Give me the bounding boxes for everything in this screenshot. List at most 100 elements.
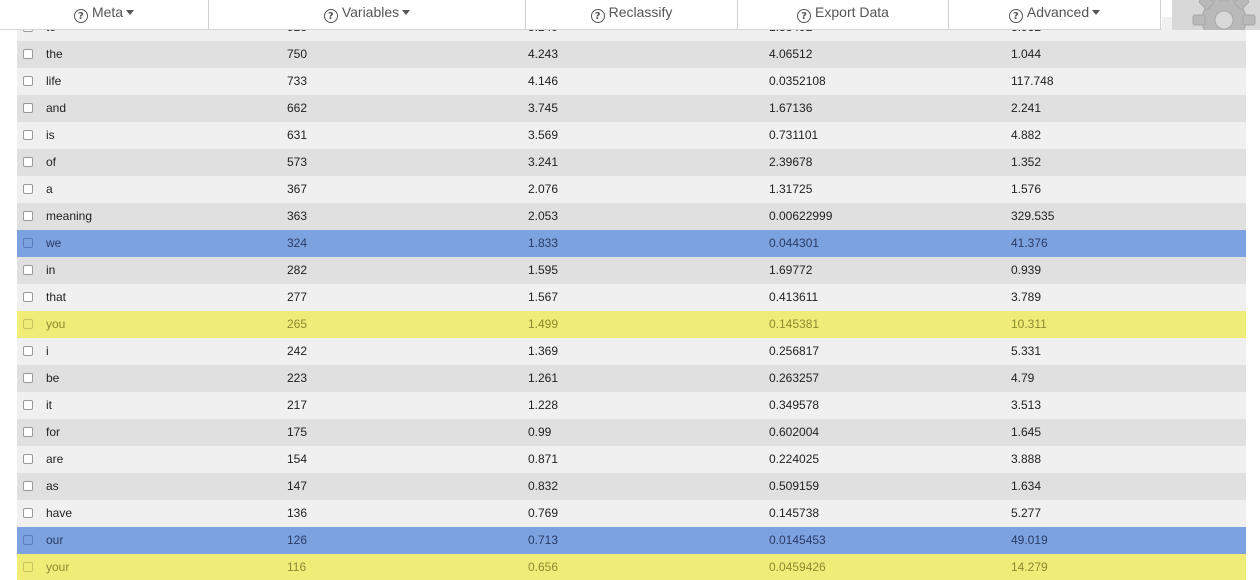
normalized-frequency-cell: 0.99 [528, 425, 552, 439]
row-checkbox[interactable] [23, 184, 33, 194]
normalized-frequency-cell: 0.656 [528, 560, 559, 574]
row-checkbox[interactable] [23, 265, 33, 275]
ratio-cell: 4.06512 [769, 47, 813, 61]
word-cell: and [46, 101, 67, 115]
table-row[interactable]: life 733 4.146 0.0352108 117.748 [17, 68, 1246, 95]
row-checkbox[interactable] [23, 481, 33, 491]
log-likelihood-cell: 10.311 [1011, 317, 1047, 331]
settings-button[interactable] [1172, 0, 1260, 30]
table-row[interactable]: and 662 3.745 1.67136 2.241 [17, 95, 1246, 122]
menu-meta[interactable]: ? Meta [0, 0, 208, 26]
row-checkbox[interactable] [23, 535, 33, 545]
table-row[interactable]: that 277 1.567 0.413611 3.789 [17, 284, 1246, 311]
normalized-frequency-cell: 1.833 [528, 236, 559, 250]
menu-export-data-label: Export Data [815, 4, 889, 20]
table-row[interactable]: for 175 0.99 0.602004 1.645 [17, 419, 1246, 446]
normalized-frequency-cell: 4.146 [528, 74, 559, 88]
log-likelihood-cell: 4.882 [1011, 128, 1042, 142]
table-row[interactable]: have 136 0.769 0.145738 5.277 [17, 500, 1246, 527]
frequency-cell: 277 [287, 290, 308, 304]
table-row[interactable]: we 324 1.833 0.044301 41.376 [17, 230, 1246, 257]
log-likelihood-cell: 1.576 [1011, 182, 1042, 196]
menu-meta-label: Meta [91, 4, 124, 20]
menu-variables[interactable]: ? Variables [209, 0, 525, 26]
word-cell: are [46, 452, 64, 466]
menu-export-data[interactable]: ? Export Data [738, 0, 948, 26]
ratio-cell: 0.263257 [769, 371, 820, 385]
row-checkbox[interactable] [23, 400, 33, 410]
log-likelihood-cell: 49.019 [1011, 533, 1048, 547]
frequency-cell: 750 [287, 47, 308, 61]
table-row[interactable]: it 217 1.228 0.349578 3.513 [17, 392, 1246, 419]
log-likelihood-cell: 41.376 [1011, 236, 1048, 250]
help-icon: ? [590, 9, 605, 23]
row-checkbox[interactable] [23, 319, 33, 329]
row-checkbox[interactable] [23, 76, 33, 86]
menu-reclassify-label: Reclassify [608, 4, 673, 20]
help-icon: ? [797, 9, 812, 23]
table-row[interactable]: in 282 1.595 1.69772 0.939 [17, 257, 1246, 284]
ratio-cell: 2.39678 [769, 155, 813, 169]
table-row[interactable]: is 631 3.569 0.731101 4.882 [17, 122, 1246, 149]
row-checkbox[interactable] [23, 508, 33, 518]
caret-down-icon [1092, 10, 1101, 15]
ratio-cell: 1.31725 [769, 182, 813, 196]
table-row[interactable]: are 154 0.871 0.224025 3.888 [17, 446, 1246, 473]
gear-icon [1192, 0, 1256, 30]
menu-variables-label: Variables [341, 4, 400, 20]
row-checkbox[interactable] [23, 49, 33, 59]
menu-advanced[interactable]: ? Advanced [949, 0, 1160, 26]
ratio-cell: 1.67136 [769, 101, 813, 115]
caret-down-icon [126, 10, 135, 15]
normalized-frequency-cell: 1.261 [528, 371, 559, 385]
frequency-cell: 136 [287, 506, 308, 520]
row-checkbox[interactable] [23, 157, 33, 167]
table-row[interactable]: meaning 363 2.053 0.00622999 329.535 [17, 203, 1246, 230]
ratio-cell: 0.145381 [769, 317, 820, 331]
log-likelihood-cell: 3.888 [1011, 452, 1042, 466]
word-table-body: to9285.2491.334923.932the7504.2434.06512… [17, 17, 1246, 580]
log-likelihood-cell: 2.241 [1011, 101, 1042, 115]
menu-advanced-label: Advanced [1026, 4, 1090, 20]
table-row[interactable]: i 242 1.369 0.256817 5.331 [17, 338, 1246, 365]
row-checkbox[interactable] [23, 346, 33, 356]
normalized-frequency-cell: 2.053 [528, 209, 559, 223]
table-row[interactable]: you 265 1.499 0.145381 10.311 [17, 311, 1246, 338]
normalized-frequency-cell: 1.567 [528, 290, 559, 304]
menu-reclassify[interactable]: ? Reclassify [526, 0, 737, 26]
frequency-cell: 116 [287, 560, 307, 574]
help-icon: ? [1008, 9, 1023, 23]
word-cell: for [46, 425, 61, 439]
row-checkbox[interactable] [23, 211, 33, 221]
frequency-cell: 662 [287, 101, 308, 115]
row-checkbox[interactable] [23, 238, 33, 248]
log-likelihood-cell: 3.789 [1011, 290, 1042, 304]
table-row[interactable]: be 223 1.261 0.263257 4.79 [17, 365, 1246, 392]
table-row[interactable]: the 750 4.243 4.06512 1.044 [17, 41, 1246, 68]
row-checkbox[interactable] [23, 562, 33, 572]
row-checkbox[interactable] [23, 103, 33, 113]
row-checkbox[interactable] [23, 454, 33, 464]
normalized-frequency-cell: 1.369 [528, 344, 559, 358]
word-cell: in [46, 263, 56, 277]
table-row[interactable]: as 147 0.832 0.509159 1.634 [17, 473, 1246, 500]
row-checkbox[interactable] [23, 130, 33, 140]
frequency-cell: 175 [287, 425, 308, 439]
log-likelihood-cell: 5.277 [1011, 506, 1042, 520]
word-cell: it [46, 398, 52, 412]
table-row[interactable]: our 126 0.713 0.0145453 49.019 [17, 527, 1246, 554]
normalized-frequency-cell: 4.243 [528, 47, 559, 61]
table-row[interactable]: a 367 2.076 1.31725 1.576 [17, 176, 1246, 203]
normalized-frequency-cell: 3.241 [528, 155, 559, 169]
table-row[interactable]: your 116 0.656 0.0459426 14.279 [17, 554, 1246, 580]
row-checkbox[interactable] [23, 373, 33, 383]
row-checkbox[interactable] [23, 292, 33, 302]
log-likelihood-cell: 3.513 [1011, 398, 1042, 412]
word-cell: our [46, 533, 64, 547]
row-checkbox[interactable] [23, 427, 33, 437]
ratio-cell: 0.224025 [769, 452, 820, 466]
frequency-cell: 573 [287, 155, 308, 169]
table-row[interactable]: of 573 3.241 2.39678 1.352 [17, 149, 1246, 176]
normalized-frequency-cell: 0.871 [528, 452, 559, 466]
frequency-cell: 363 [287, 209, 308, 223]
